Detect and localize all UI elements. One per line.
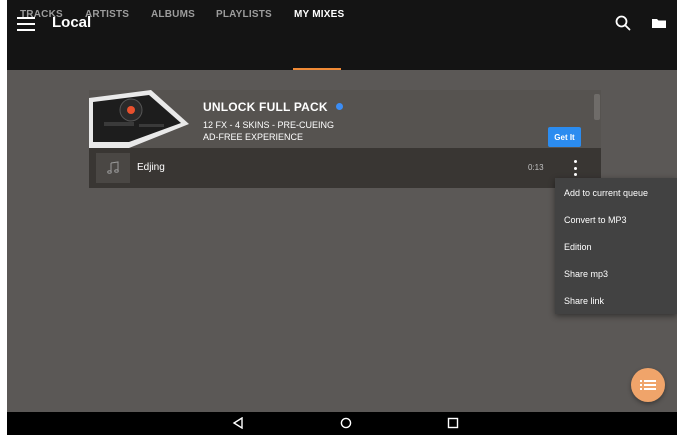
back-icon[interactable]	[232, 417, 244, 429]
context-menu: Add to current queue Convert to MP3 Edit…	[555, 178, 677, 314]
track-duration: 0:13	[528, 163, 544, 172]
list-icon	[640, 380, 656, 390]
list-item[interactable]: Edjing 0:13	[89, 148, 601, 188]
menu-item-add-to-queue[interactable]: Add to current queue	[564, 188, 648, 198]
promo-line-1: 12 FX - 4 SKINS - PRE-CUEING	[203, 120, 335, 130]
tab-my-mixes[interactable]: MY MIXES	[294, 9, 344, 20]
get-it-button[interactable]: Get It	[548, 127, 581, 147]
menu-item-convert-mp3[interactable]: Convert to MP3	[564, 215, 627, 225]
folder-icon[interactable]	[650, 14, 668, 32]
tab-albums[interactable]: ALBUMS	[151, 9, 195, 20]
promo-line-2: AD-FREE EXPERIENCE	[203, 132, 304, 142]
menu-item-share-mp3[interactable]: Share mp3	[564, 269, 608, 279]
track-name: Edjing	[137, 162, 165, 173]
system-navigation-bar	[7, 412, 677, 435]
tab-playlists[interactable]: PLAYLISTS	[216, 9, 272, 20]
queue-fab-button[interactable]	[631, 368, 665, 402]
recents-icon[interactable]	[447, 417, 459, 429]
promo-banner[interactable]: UNLOCK FULL PACK 12 FX - 4 SKINS - PRE-C…	[89, 90, 601, 148]
menu-item-share-link[interactable]: Share link	[564, 296, 604, 306]
menu-item-edition[interactable]: Edition	[564, 242, 592, 252]
search-icon[interactable]	[614, 14, 632, 32]
tab-tracks[interactable]: TRACKS	[20, 9, 63, 20]
music-note-icon	[107, 161, 119, 174]
scrollbar-thumb[interactable]	[594, 94, 600, 120]
promo-title: UNLOCK FULL PACK	[203, 100, 343, 114]
promo-title-text: UNLOCK FULL PACK	[203, 100, 328, 114]
more-options-icon[interactable]	[570, 160, 580, 176]
tab-artists[interactable]: ARTISTS	[85, 9, 129, 20]
home-icon[interactable]	[340, 417, 352, 429]
info-dot-icon	[335, 103, 343, 111]
tablet-illustration	[89, 90, 189, 148]
track-thumbnail	[96, 153, 130, 183]
device-screen: Local TRACKS ARTISTS ALBUMS PLAYLISTS MY…	[7, 0, 677, 435]
app-bar: Local TRACKS ARTISTS ALBUMS PLAYLISTS MY…	[7, 0, 677, 70]
